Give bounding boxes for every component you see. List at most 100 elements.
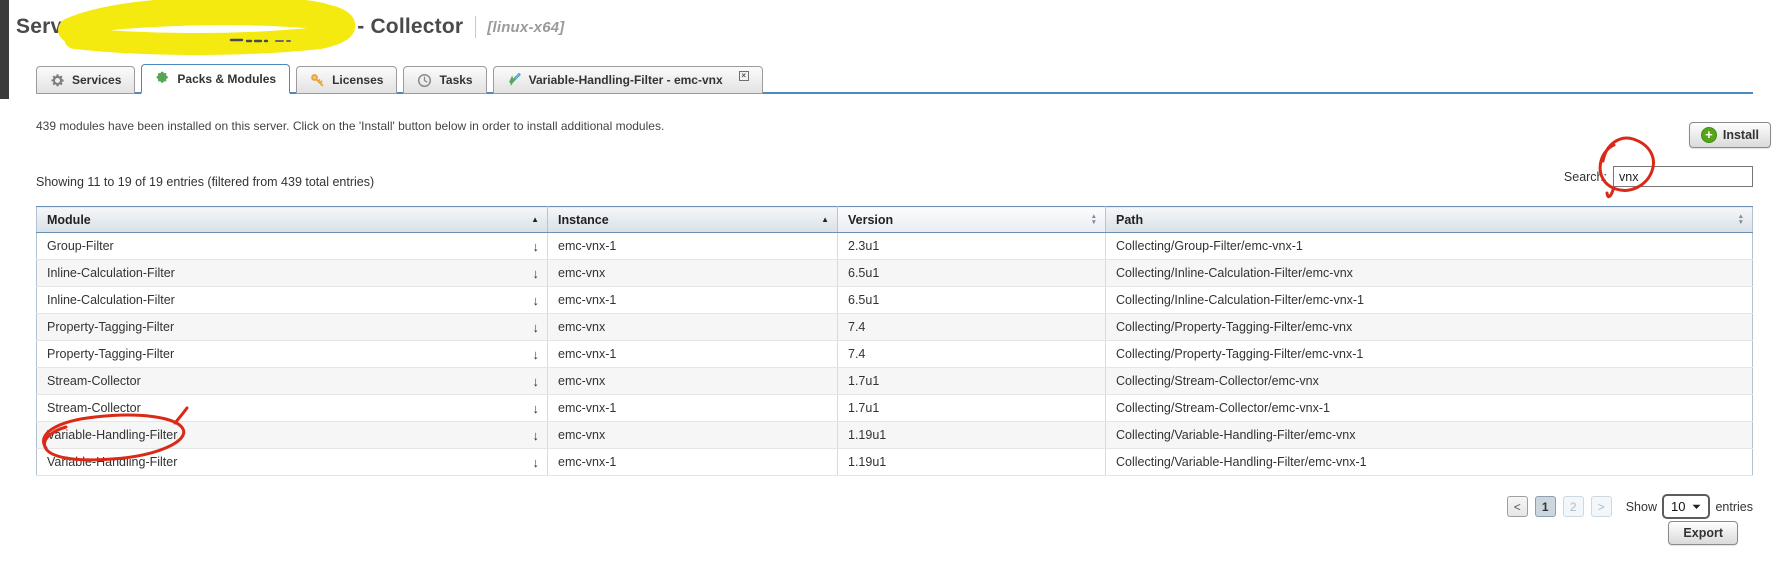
tab-services[interactable]: Services: [36, 66, 135, 94]
module-name: Stream-Collector: [47, 374, 141, 388]
column-label: Version: [848, 213, 893, 227]
export-button[interactable]: Export: [1668, 521, 1738, 545]
column-header-module[interactable]: Module ▲: [37, 207, 548, 233]
table-row[interactable]: Inline-Calculation-Filter↓ emc-vnx 6.5u1…: [37, 260, 1753, 287]
page-1-button[interactable]: 1: [1535, 496, 1556, 517]
download-icon[interactable]: ↓: [525, 455, 540, 470]
table-row[interactable]: Variable-Handling-Filter↓ emc-vnx-1 1.19…: [37, 449, 1753, 476]
download-icon[interactable]: ↓: [525, 293, 540, 308]
table-row[interactable]: Inline-Calculation-Filter ↓ emc-vnx-1 6.5…: [37, 287, 1753, 314]
page-2-button[interactable]: 2: [1563, 496, 1584, 517]
module-name: Variable-Handling-Filter: [47, 428, 177, 442]
title-separator: [475, 16, 476, 38]
tab-tasks[interactable]: Tasks: [403, 66, 486, 94]
path-value: Collecting/Variable-Handling-Filter/emc-…: [1106, 449, 1753, 476]
close-tab-icon[interactable]: ×: [739, 71, 749, 81]
tab-label: Packs & Modules: [177, 72, 276, 86]
instance-name: emc-vnx-1: [548, 449, 838, 476]
title-suffix: - Collector: [357, 15, 463, 39]
table-row[interactable]: Stream-Collector↓ emc-vnx 1.7u1 Collecti…: [37, 368, 1753, 395]
version-value: 1.7u1: [838, 368, 1106, 395]
redacted-title-gap: [74, 27, 357, 28]
prev-page-button[interactable]: <: [1507, 496, 1528, 517]
key-icon: [310, 73, 325, 88]
column-label: Module: [47, 213, 91, 227]
download-icon[interactable]: ↓: [525, 428, 540, 443]
tab-label: Variable-Handling-Filter - emc-vnx: [529, 73, 723, 87]
download-icon[interactable]: ↓: [525, 239, 540, 254]
install-info-text: 439 modules have been installed on this …: [36, 119, 664, 133]
module-name: Inline-Calculation-Filter: [47, 293, 175, 307]
version-value: 1.7u1: [838, 395, 1106, 422]
search-input[interactable]: [1613, 166, 1753, 187]
version-value: 6.5u1: [838, 260, 1106, 287]
column-header-instance[interactable]: Instance▲: [548, 207, 838, 233]
table-row[interactable]: Stream-Collector ↓ emc-vnx-1 1.7u1 Collec…: [37, 395, 1753, 422]
module-name: Property-Tagging-Filter: [47, 347, 174, 361]
table-row[interactable]: Variable-Handling-Filter↓ emc-vnx 1.19u1…: [37, 422, 1753, 449]
module-name: Stream-Collector: [47, 401, 141, 415]
instance-name: emc-vnx-1: [548, 287, 838, 314]
install-button[interactable]: + Install: [1689, 122, 1771, 148]
column-header-version[interactable]: Version ▲▼: [838, 207, 1106, 233]
clock-icon: [417, 73, 432, 88]
show-label: Show: [1626, 500, 1657, 514]
table-row[interactable]: Property-Tagging-Filter ↓ emc-vnx-1 7.4 C…: [37, 341, 1753, 368]
table-header-row: Module ▲ Instance▲ Version ▲▼ Path ▲▼: [37, 207, 1753, 233]
path-value: Collecting/Inline-Calculation-Filter/emc…: [1106, 287, 1753, 314]
screen-edge-strip: [0, 0, 9, 99]
gear-icon: [50, 73, 65, 88]
path-value: Collecting/Inline-Calculation-Filter/emc…: [1106, 260, 1753, 287]
modules-table: Module ▲ Instance▲ Version ▲▼ Path ▲▼ Group…: [36, 206, 1753, 476]
page-title: Serve - Collector [linux-x64]: [16, 15, 564, 39]
version-value: 1.19u1: [838, 422, 1106, 449]
table-row[interactable]: Property-Tagging-Filter↓ emc-vnx 7.4 Col…: [37, 314, 1753, 341]
version-value: 1.19u1: [838, 449, 1106, 476]
path-value: Collecting/Property-Tagging-Filter/emc-v…: [1106, 341, 1753, 368]
download-icon[interactable]: ↓: [525, 374, 540, 389]
module-name: Inline-Calculation-Filter: [47, 266, 175, 280]
version-value: 7.4: [838, 341, 1106, 368]
module-name: Group-Filter: [47, 239, 114, 253]
tab-bar: Services Packs & Modules Licenses Tasks …: [36, 64, 763, 94]
version-value: 7.4: [838, 314, 1106, 341]
page-size-value: 10: [1671, 499, 1685, 514]
instance-name: emc-vnx-1: [548, 395, 838, 422]
download-icon[interactable]: ↓: [525, 401, 540, 416]
page-size-select[interactable]: 10: [1662, 494, 1710, 519]
tab-label: Licenses: [332, 73, 383, 87]
version-value: 2.3u1: [838, 233, 1106, 260]
column-header-path[interactable]: Path ▲▼: [1106, 207, 1753, 233]
plus-icon: +: [1701, 127, 1717, 143]
instance-name: emc-vnx-1: [548, 341, 838, 368]
column-label: Instance: [558, 213, 609, 227]
filter-edit-icon: [507, 73, 522, 88]
puzzle-icon: [155, 71, 170, 86]
version-value: 6.5u1: [838, 287, 1106, 314]
download-icon[interactable]: ↓: [525, 320, 540, 335]
path-value: Collecting/Stream-Collector/emc-vnx: [1106, 368, 1753, 395]
download-icon[interactable]: ↓: [525, 347, 540, 362]
table-row[interactable]: Group-Filter ↓ emc-vnx-1 2.3u1 Collecting…: [37, 233, 1753, 260]
module-name: Property-Tagging-Filter: [47, 320, 174, 334]
tab-variable-handling-filter[interactable]: Variable-Handling-Filter - emc-vnx ×: [493, 66, 763, 94]
path-value: Collecting/Group-Filter/emc-vnx-1: [1106, 233, 1753, 260]
path-value: Collecting/Stream-Collector/emc-vnx-1: [1106, 395, 1753, 422]
path-value: Collecting/Variable-Handling-Filter/emc-…: [1106, 422, 1753, 449]
column-label: Path: [1116, 213, 1143, 227]
tab-packs-modules[interactable]: Packs & Modules: [141, 64, 290, 94]
sort-both-icon: ▲▼: [1091, 214, 1097, 226]
search-area: Search:: [1564, 166, 1753, 187]
instance-name: emc-vnx-1: [548, 233, 838, 260]
search-label: Search:: [1564, 170, 1607, 184]
next-page-button[interactable]: >: [1591, 496, 1612, 517]
tab-label: Tasks: [439, 73, 472, 87]
tab-licenses[interactable]: Licenses: [296, 66, 397, 94]
instance-name: emc-vnx: [548, 314, 838, 341]
sort-asc-icon: ▲: [531, 215, 539, 224]
showing-entries-text: Showing 11 to 19 of 19 entries (filtered…: [36, 175, 374, 189]
download-icon[interactable]: ↓: [525, 266, 540, 281]
sort-both-icon: ▲▼: [1738, 214, 1744, 226]
install-button-label: Install: [1723, 128, 1759, 142]
pagination: < 1 2 > Show 10 entries: [1506, 494, 1753, 519]
